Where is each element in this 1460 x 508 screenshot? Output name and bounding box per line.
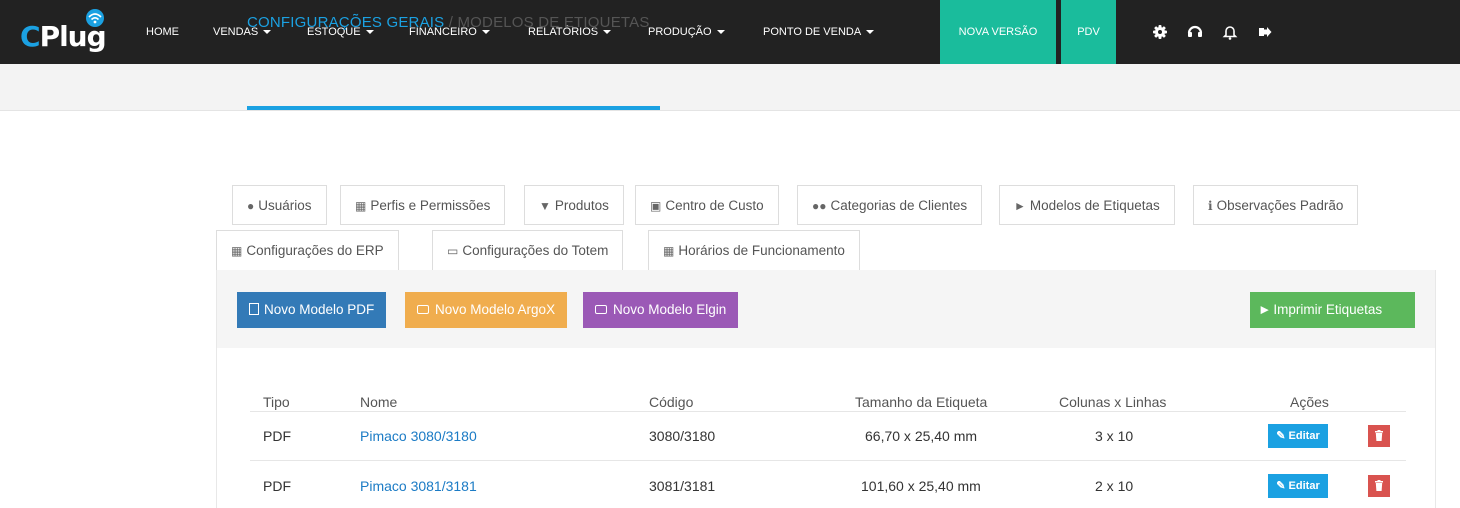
breadcrumb-current: MODELOS DE ETIQUETAS xyxy=(457,14,650,31)
delete-button[interactable] xyxy=(1368,425,1390,447)
button-label: Novo Modelo ArgoX xyxy=(435,302,556,317)
tab-configuracoes-totem[interactable]: ▭ Configurações do Totem xyxy=(432,230,624,271)
table-divider xyxy=(250,460,1406,461)
novo-modelo-argox-button[interactable]: Novo Modelo ArgoX xyxy=(405,292,568,328)
table-divider xyxy=(250,411,1406,412)
col-header-codigo: Código xyxy=(649,394,694,410)
tab-observacoes-padrao[interactable]: i Observações Padrão xyxy=(1193,185,1359,225)
nav-estoque[interactable]: ESTOQUE xyxy=(307,0,374,64)
nav-financeiro[interactable]: FINANCEIRO xyxy=(409,0,490,64)
cell-codigo: 3080/3180 xyxy=(649,428,716,444)
tags-icon: ► xyxy=(1014,199,1026,213)
novo-modelo-pdf-button[interactable]: Novo Modelo PDF xyxy=(237,292,387,328)
delete-button[interactable] xyxy=(1368,475,1390,497)
bell-icon[interactable] xyxy=(1220,22,1240,42)
edit-button[interactable]: ✎ Editar xyxy=(1268,424,1328,448)
edit-label: Editar xyxy=(1288,480,1320,492)
tags-icon: ► xyxy=(1258,302,1272,317)
tab-label: Observações Padrão xyxy=(1216,198,1344,213)
info-icon: i xyxy=(1208,199,1213,213)
col-header-colunas-linhas: Colunas x Linhas xyxy=(1059,394,1167,410)
trash-icon xyxy=(1375,430,1383,441)
logout-icon[interactable] xyxy=(1255,22,1275,42)
pdv-button[interactable]: PDV xyxy=(1061,0,1116,64)
cell-tamanho: 101,60 x 25,40 mm xyxy=(861,478,981,494)
nova-versao-button[interactable]: NOVA VERSÃO xyxy=(940,0,1056,64)
nav-ponto-de-venda[interactable]: PONTO DE VENDA xyxy=(763,0,875,64)
tab-usuarios[interactable]: ● Usuários xyxy=(232,185,327,225)
wifi-icon xyxy=(86,9,104,27)
edit-icon: ✎ xyxy=(1276,430,1286,442)
nav-home[interactable]: HOME xyxy=(146,0,179,64)
print-icon xyxy=(595,305,607,314)
breadcrumb: CONFIGURAÇÕES GERAIS / MODELOS DE ETIQUE… xyxy=(247,14,650,31)
user-icon: ● xyxy=(247,199,255,213)
tab-label: Produtos xyxy=(554,198,609,213)
nav-relatorios[interactable]: RELATÓRIOS xyxy=(528,0,612,64)
caret-down-icon xyxy=(866,30,875,35)
cell-tamanho: 66,70 x 25,40 mm xyxy=(865,428,978,444)
col-header-tamanho: Tamanho da Etiqueta xyxy=(855,394,988,410)
button-label: Imprimir Etiquetas xyxy=(1273,302,1383,317)
gear-icon[interactable] xyxy=(1150,22,1170,42)
edit-button[interactable]: ✎ Editar xyxy=(1268,474,1328,498)
print-icon xyxy=(417,305,429,314)
nav-home-label: HOME xyxy=(146,26,179,38)
tab-perfis-permissoes[interactable]: ▦ Perfis e Permissões xyxy=(340,185,506,225)
edit-icon: ✎ xyxy=(1276,480,1286,492)
cell-codigo: 3081/3181 xyxy=(649,478,716,494)
calendar-icon: ▦ xyxy=(663,244,675,258)
top-navbar: CPlug HOME VENDAS ESTOQUE FINANCEIRO REL… xyxy=(0,0,1460,64)
trash-icon xyxy=(1375,480,1383,491)
nav-ponto-de-venda-label: PONTO DE VENDA xyxy=(763,26,862,38)
cell-colunas-linhas: 3 x 10 xyxy=(1095,428,1134,444)
edit-label: Editar xyxy=(1288,430,1320,442)
tab-modelos-etiquetas[interactable]: ► Modelos de Etiquetas xyxy=(999,185,1175,225)
novo-modelo-elgin-button[interactable]: Novo Modelo Elgin xyxy=(583,292,739,328)
tab-label: Horários de Funcionamento xyxy=(678,243,845,258)
users-icon: ●● xyxy=(812,199,827,213)
nav-producao[interactable]: PRODUÇÃO xyxy=(648,0,725,64)
imprimir-etiquetas-button[interactable]: ► Imprimir Etiquetas xyxy=(1250,292,1415,328)
cell-tipo: PDF xyxy=(263,428,291,444)
briefcase-icon: ▣ xyxy=(650,199,662,213)
cell-colunas-linhas: 2 x 10 xyxy=(1095,478,1134,494)
breadcrumb-band xyxy=(0,64,1460,111)
tab-label: Usuários xyxy=(258,198,312,213)
nav-producao-label: PRODUÇÃO xyxy=(648,26,712,38)
tab-label: Configurações do ERP xyxy=(246,243,384,258)
button-label: Novo Modelo Elgin xyxy=(613,302,727,317)
nav-vendas[interactable]: VENDAS xyxy=(213,0,272,64)
headset-icon[interactable] xyxy=(1185,22,1205,42)
tab-centro-de-custo[interactable]: ▣ Centro de Custo xyxy=(635,185,779,225)
cart-icon: ▼ xyxy=(539,199,551,213)
tab-configuracoes-erp[interactable]: ▦ Configurações do ERP xyxy=(216,230,399,271)
col-header-nome: Nome xyxy=(360,394,398,410)
tab-categorias-clientes[interactable]: ●● Categorias de Clientes xyxy=(797,185,983,225)
tab-label: Configurações do Totem xyxy=(462,243,609,258)
pdf-file-icon xyxy=(249,303,259,315)
tab-label: Categorias de Clientes xyxy=(830,198,968,213)
button-label: Novo Modelo PDF xyxy=(264,302,375,317)
cplug-logo[interactable]: CPlug xyxy=(20,8,120,56)
breadcrumb-parent[interactable]: CONFIGURAÇÕES GERAIS xyxy=(247,14,444,31)
cell-nome-link[interactable]: Pimaco 3080/3180 xyxy=(360,428,477,444)
breadcrumb-underline xyxy=(247,106,660,110)
monitor-icon: ▭ xyxy=(447,244,459,258)
tab-label: Modelos de Etiquetas xyxy=(1029,198,1160,213)
breadcrumb-separator: / xyxy=(444,14,458,31)
table-icon: ▦ xyxy=(355,199,367,213)
tab-horarios-funcionamento[interactable]: ▦ Horários de Funcionamento xyxy=(648,230,860,271)
cell-nome-link[interactable]: Pimaco 3081/3181 xyxy=(360,478,477,494)
table-icon: ▦ xyxy=(231,244,243,258)
tab-label: Perfis e Permissões xyxy=(370,198,491,213)
tab-produtos[interactable]: ▼ Produtos xyxy=(524,185,624,225)
tab-label: Centro de Custo xyxy=(665,198,764,213)
col-header-acoes: Ações xyxy=(1290,394,1329,410)
caret-down-icon xyxy=(716,30,725,35)
col-header-tipo: Tipo xyxy=(263,394,290,410)
cell-tipo: PDF xyxy=(263,478,291,494)
